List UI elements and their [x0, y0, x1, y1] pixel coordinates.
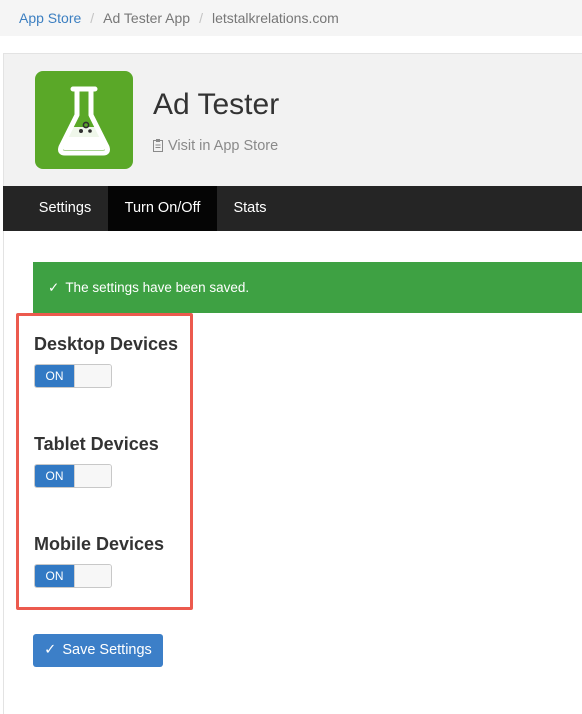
flask-icon [35, 71, 133, 169]
app-title: Ad Tester [153, 88, 280, 121]
breadcrumb-app-store-link[interactable]: App Store [19, 10, 81, 26]
tab-bar: Settings Turn On/Off Stats [3, 186, 582, 231]
breadcrumb-app-name: Ad Tester App [103, 10, 191, 26]
alert-message: The settings have been saved. [65, 280, 250, 295]
tablet-devices-label: Tablet Devices [34, 434, 159, 454]
mobile-devices-toggle[interactable]: ON [34, 564, 112, 588]
save-settings-button[interactable]: ✓ Save Settings [33, 634, 163, 667]
desktop-devices-label: Desktop Devices [34, 334, 179, 354]
success-alert: ✓ The settings have been saved. [33, 262, 582, 313]
toggle-on-label: ON [35, 365, 74, 387]
visit-app-store-link[interactable]: Visit in App Store [153, 137, 278, 157]
tab-stats[interactable]: Stats [221, 186, 279, 231]
tab-settings[interactable]: Settings [25, 186, 105, 231]
save-settings-label: Save Settings [62, 642, 152, 658]
breadcrumb-separator: / [199, 10, 203, 26]
breadcrumb-separator: / [90, 10, 95, 26]
toggle-on-label: ON [35, 465, 74, 487]
toggle-on-label: ON [35, 565, 74, 587]
mobile-devices-label: Mobile Devices [34, 534, 165, 554]
tablet-devices-toggle[interactable]: ON [34, 464, 112, 488]
toggle-knob [74, 565, 111, 587]
app-header: Ad Tester Visit in App Store [3, 53, 582, 186]
desktop-devices-toggle[interactable]: ON [34, 364, 112, 388]
breadcrumb-site-name: letstalkrelations.com [211, 10, 339, 26]
breadcrumb: App Store / Ad Tester App / letstalkrelation… [0, 0, 582, 36]
visit-app-store-label: Visit in App Store [168, 138, 279, 154]
clipboard-icon [153, 139, 163, 157]
toggle-knob [74, 465, 111, 487]
check-icon: ✓ [48, 280, 60, 295]
check-icon: ✓ [44, 642, 57, 658]
toggle-knob [74, 365, 111, 387]
tab-turn-on-off[interactable]: Turn On/Off [108, 186, 217, 231]
